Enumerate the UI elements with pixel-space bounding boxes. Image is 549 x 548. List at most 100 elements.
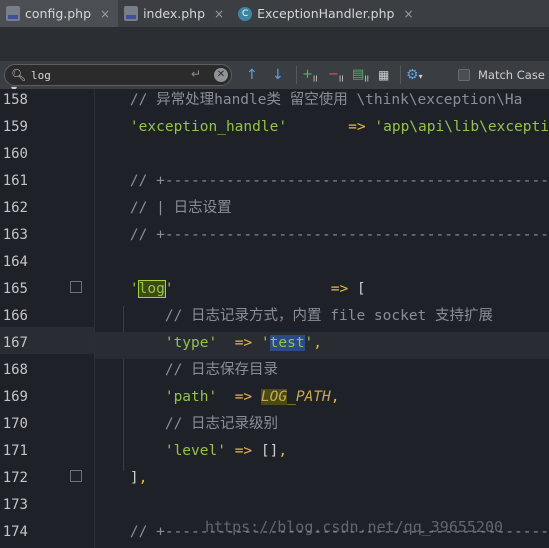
enter-icon: ↵ <box>191 67 202 81</box>
code-token: [ <box>348 281 366 297</box>
code-line[interactable]: // 日志记录方式，内置 file socket 支持扩展 <box>95 305 549 332</box>
code-line[interactable]: // +------------------------------------… <box>95 170 549 197</box>
line-number: 165 <box>2 281 28 297</box>
checkbox-box[interactable] <box>458 69 470 81</box>
code-line[interactable]: // 日志保存目录 <box>95 359 549 386</box>
code-token: log <box>137 280 166 298</box>
code-line[interactable]: 'path' => LOG_PATH, <box>95 386 549 413</box>
line-number: 162 <box>2 200 28 216</box>
code-token: => <box>234 389 253 405</box>
code-line[interactable]: 'log' => [ <box>95 278 549 305</box>
code-line[interactable]: // 异常处理handle类 留空使用 \think\exception\Ha <box>95 89 549 116</box>
search-icon[interactable]: 🔍︎▾ <box>11 68 27 96</box>
code-token: 'exception_handle' <box>95 119 288 135</box>
code-line[interactable] <box>95 251 549 278</box>
line-number: 167 <box>2 335 28 351</box>
code-line[interactable]: // | 日志设置 <box>95 197 549 224</box>
line-number: 170 <box>2 416 28 432</box>
line-number: 172 <box>2 470 28 486</box>
code-token: // +------------------------------------… <box>95 227 549 243</box>
fold-marker-icon[interactable] <box>70 281 82 293</box>
close-tab-icon[interactable]: × <box>403 7 413 21</box>
code-token: => <box>330 281 349 297</box>
line-number: 158 <box>2 92 28 108</box>
code-token: // | 日志设置 <box>95 200 232 216</box>
remove-occurrence-icon[interactable]: −II <box>328 66 344 84</box>
code-line[interactable]: 'type' => 'test', <box>95 332 549 359</box>
close-tab-icon[interactable]: × <box>100 7 110 21</box>
class-file-icon: C <box>238 6 253 21</box>
settings-gear-icon[interactable]: ⚙▾ <box>406 66 423 84</box>
search-field[interactable]: 🔍︎▾ ↵ ✕ <box>4 64 232 96</box>
code-token: , <box>313 335 323 351</box>
add-occurrence-icon[interactable]: +II <box>302 66 318 84</box>
match-case-label: Match Case <box>478 68 545 82</box>
line-number: 174 <box>2 524 28 540</box>
code-token: // 日志记录级别 <box>95 416 279 432</box>
clear-search-icon[interactable]: ✕ <box>214 68 228 82</box>
php-file-icon <box>6 6 20 21</box>
code-token: ' <box>260 335 270 351</box>
tab-label: index.php <box>143 6 206 21</box>
editor-tab-bar: config.php × index.php × C ExceptionHandler.p… <box>0 0 549 28</box>
code-token: 'level' <box>95 443 226 459</box>
match-case-checkbox[interactable]: Match Case <box>458 68 545 82</box>
search-input[interactable] <box>31 67 181 83</box>
previous-occurrence-icon[interactable]: ↑ <box>246 66 258 84</box>
code-line[interactable]: // 日志记录级别 <box>95 413 549 440</box>
code-token: 'type' <box>95 335 218 351</box>
code-line[interactable]: // +------------------------------------… <box>95 224 549 251</box>
code-line[interactable] <box>95 143 549 170</box>
line-number: 161 <box>2 173 28 189</box>
code-token: [] <box>252 443 279 459</box>
code-token: LOG <box>260 389 288 405</box>
code-token: , <box>138 470 148 486</box>
code-line[interactable]: ], <box>95 467 549 494</box>
tab-index-php[interactable]: index.php × <box>118 0 232 27</box>
code-token: // +------------------------------------… <box>95 173 549 189</box>
line-number: 166 <box>2 308 28 324</box>
line-number: 169 <box>2 389 28 405</box>
code-editor[interactable]: // 异常处理handle类 留空使用 \think\exception\Ha … <box>95 89 549 548</box>
select-all-occurrences-icon[interactable]: ▤II <box>352 66 369 84</box>
find-bar: 🔍︎▾ ↵ ✕ ↑ ↓ +II −II ▤II ▦ ⚙▾ Match Case <box>0 61 549 96</box>
tab-config-php[interactable]: config.php × <box>0 0 119 27</box>
line-number: 160 <box>2 146 28 162</box>
code-token: , <box>278 443 288 459</box>
tab-label: ExceptionHandler.php <box>257 6 395 21</box>
code-token: => <box>234 443 253 459</box>
code-token: // 日志保存目录 <box>95 362 279 378</box>
code-line[interactable]: 'level' => [], <box>95 440 549 467</box>
code-token: 'app\api\lib\excepti <box>374 119 549 135</box>
fold-marker-icon[interactable] <box>70 470 82 482</box>
code-token: ] <box>95 470 139 486</box>
code-token: _PATH <box>287 389 331 405</box>
code-token: 'path' <box>95 389 218 405</box>
toolbar-area <box>0 27 549 61</box>
watermark-text: https://blog.csdn.net/qq_39655200 <box>205 518 504 536</box>
code-line[interactable]: 'exception_handle' => 'app\api\lib\excep… <box>95 116 549 143</box>
show-filter-popup-icon[interactable]: ▦ <box>378 66 389 84</box>
code-token: // 日志记录方式，内置 file socket 支持扩展 <box>95 308 494 324</box>
code-token: => <box>234 335 253 351</box>
code-token: , <box>330 389 340 405</box>
code-line[interactable] <box>95 494 549 521</box>
next-occurrence-icon[interactable]: ↓ <box>272 66 284 84</box>
line-number: 173 <box>2 497 28 513</box>
line-number-gutter: 158 159 160 161 162 163 164 165 166 167 168 169 170 1… <box>0 89 104 548</box>
tab-label: config.php <box>25 6 92 21</box>
tab-exceptionhandler-php[interactable]: C ExceptionHandler.php × <box>232 0 421 27</box>
line-number: 171 <box>2 443 28 459</box>
php-file-icon <box>124 6 139 21</box>
code-token: => <box>348 119 366 135</box>
line-number: 159 <box>2 119 28 135</box>
code-token: ' <box>164 281 174 297</box>
close-tab-icon[interactable]: × <box>214 7 224 21</box>
code-token: // 异常处理handle类 留空使用 \think\exception\Ha <box>95 92 523 108</box>
toolbar-divider <box>296 66 297 84</box>
